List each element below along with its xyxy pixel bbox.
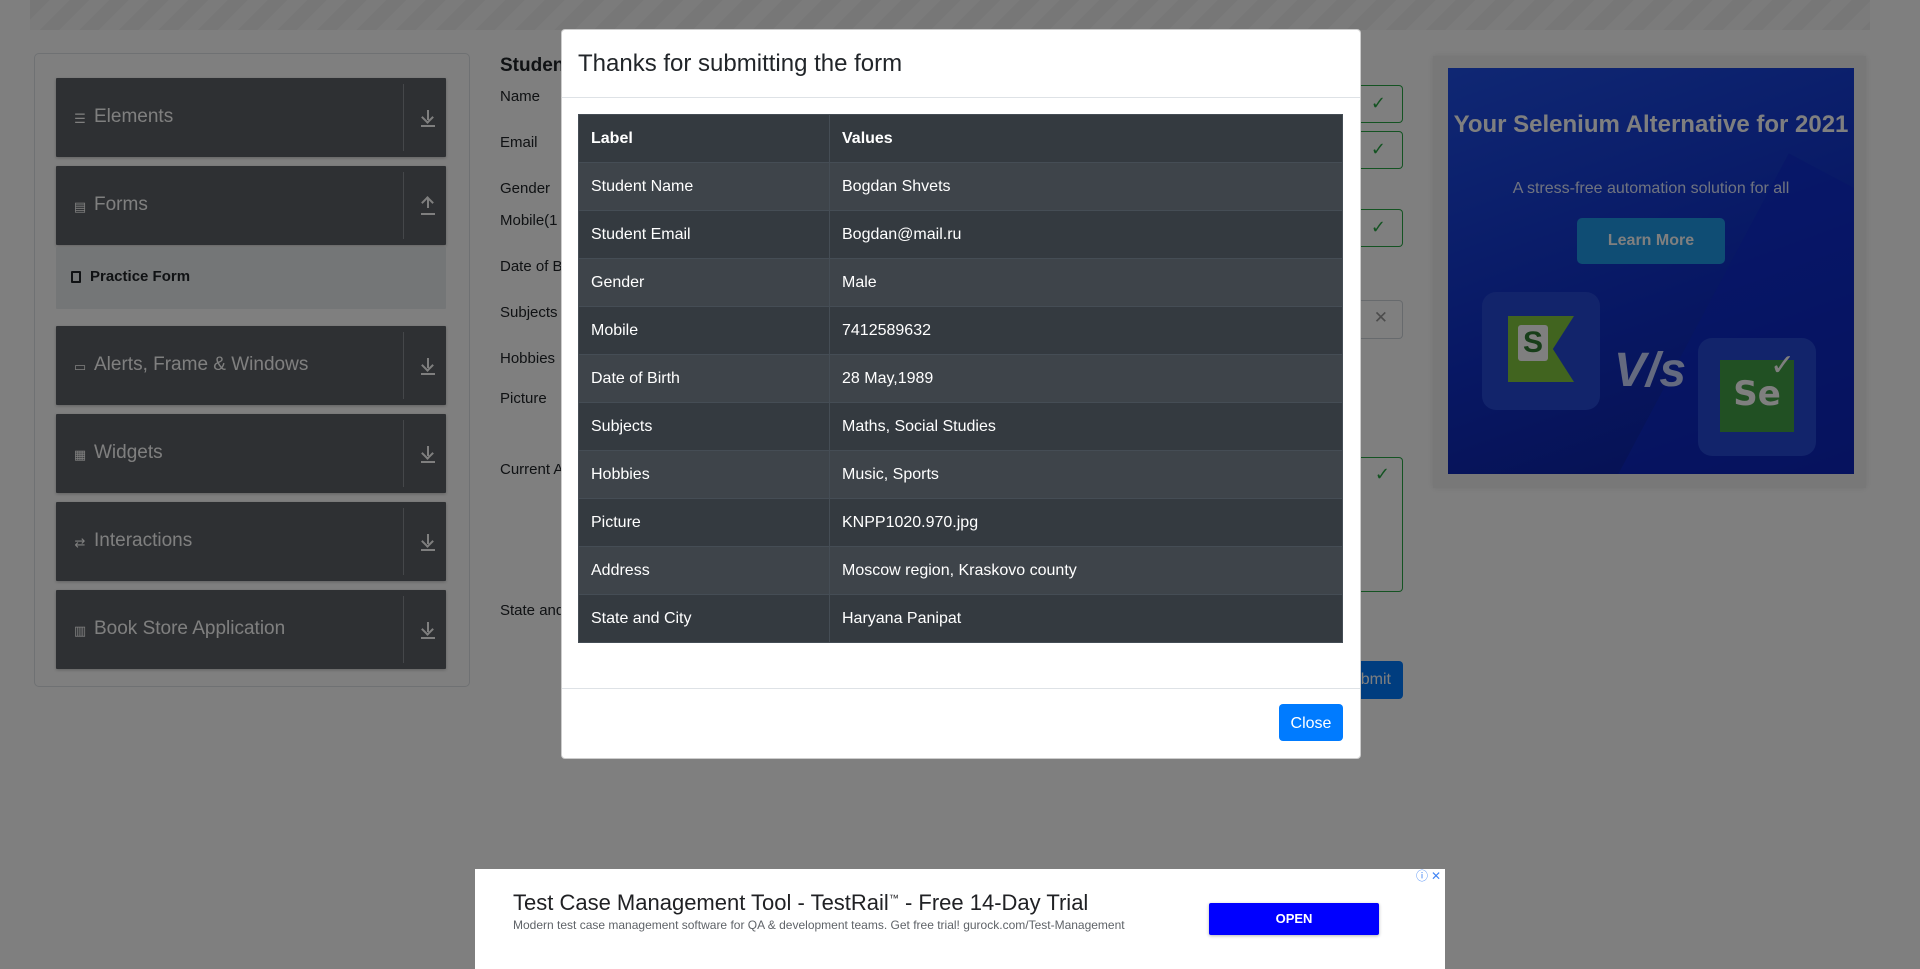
row-label: Subjects (578, 402, 830, 451)
row-label: Mobile (578, 306, 830, 355)
row-value: Haryana Panipat (829, 594, 1343, 643)
table-row: Date of Birth 28 May,1989 (578, 354, 1343, 403)
ad-controls: ⓘ ✕ (1415, 869, 1445, 884)
row-value: Male (829, 258, 1343, 307)
row-label: Address (578, 546, 830, 595)
table-row: Picture KNPP1020.970.jpg (578, 498, 1343, 547)
row-label: Picture (578, 498, 830, 547)
ad-description: Modern test case management software for… (513, 918, 1125, 932)
table-row: State and City Haryana Panipat (578, 594, 1343, 643)
table-row: Mobile 7412589632 (578, 306, 1343, 355)
table-row: Hobbies Music, Sports (578, 450, 1343, 499)
ad-headline[interactable]: Test Case Management Tool - TestRail™ - … (513, 890, 1088, 916)
row-label: State and City (578, 594, 830, 643)
row-value: Maths, Social Studies (829, 402, 1343, 451)
open-button[interactable]: OPEN (1209, 903, 1379, 935)
bottom-ad-banner[interactable]: Test Case Management Tool - TestRail™ - … (475, 869, 1445, 969)
row-value: Moscow region, Kraskovo county (829, 546, 1343, 595)
row-value: 28 May,1989 (829, 354, 1343, 403)
ad-headline-tail: - Free 14-Day Trial (898, 890, 1089, 915)
ad-headline-text: Test Case Management Tool - TestRail (513, 890, 889, 915)
row-value: KNPP1020.970.jpg (829, 498, 1343, 547)
row-value: Music, Sports (829, 450, 1343, 499)
row-label: Date of Birth (578, 354, 830, 403)
ad-close-icon[interactable]: ✕ (1429, 869, 1443, 884)
submission-modal: Thanks for submitting the form Label Val… (561, 29, 1361, 759)
row-value: 7412589632 (829, 306, 1343, 355)
row-label: Gender (578, 258, 830, 307)
ad-info-icon[interactable]: ⓘ (1415, 869, 1429, 884)
close-button[interactable]: Close (1279, 704, 1343, 741)
row-value: Bogdan@mail.ru (829, 210, 1343, 259)
results-table: Label Values Student Name Bogdan Shvets S… (578, 114, 1343, 643)
table-row: Subjects Maths, Social Studies (578, 402, 1343, 451)
column-header-label: Label (578, 114, 830, 163)
modal-header: Thanks for submitting the form (562, 30, 1360, 98)
row-label: Student Name (578, 162, 830, 211)
row-label: Student Email (578, 210, 830, 259)
modal-title: Thanks for submitting the form (578, 50, 903, 77)
row-value: Bogdan Shvets (829, 162, 1343, 211)
column-header-values: Values (829, 114, 1343, 163)
table-row: Address Moscow region, Kraskovo county (578, 546, 1343, 595)
table-row: Student Name Bogdan Shvets (578, 162, 1343, 211)
modal-footer-divider (562, 688, 1360, 689)
table-header-row: Label Values (578, 114, 1343, 163)
row-label: Hobbies (578, 450, 830, 499)
table-row: Student Email Bogdan@mail.ru (578, 210, 1343, 259)
trademark-symbol: ™ (888, 893, 899, 905)
table-row: Gender Male (578, 258, 1343, 307)
